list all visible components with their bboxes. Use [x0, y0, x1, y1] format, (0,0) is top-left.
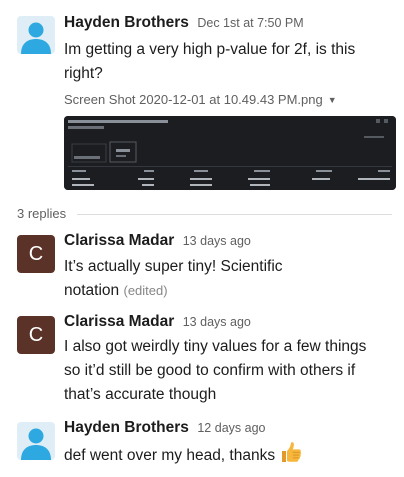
- attachment-filename[interactable]: Screen Shot 2020-12-01 at 10.49.43 PM.pn…: [64, 92, 323, 107]
- sender-name[interactable]: Clarissa Madar: [64, 232, 174, 249]
- message-header: Clarissa Madar 13 days ago: [64, 232, 251, 250]
- replies-divider: 3 replies: [0, 205, 404, 223]
- message-text-line: notation (edited): [64, 279, 394, 303]
- edited-label: (edited): [123, 283, 168, 298]
- attachment-image[interactable]: [64, 116, 396, 190]
- message-text: Im getting a very high p-value for 2f, i…: [64, 38, 394, 86]
- default-person-icon: [21, 428, 51, 460]
- message-text-line: so it’d still be good to confirm with ot…: [64, 362, 356, 379]
- message-text-line: that’s accurate though: [64, 386, 217, 403]
- divider-line: [77, 214, 392, 215]
- sender-name[interactable]: Clarissa Madar: [64, 313, 174, 330]
- message-text: I also got weirdly tiny values for a few…: [64, 335, 394, 407]
- timestamp[interactable]: 13 days ago: [183, 315, 251, 329]
- user-avatar[interactable]: C: [17, 235, 55, 273]
- message-text-line: I also got weirdly tiny values for a few…: [64, 338, 367, 355]
- message-text: def went over my head, thanks: [64, 440, 394, 472]
- user-avatar[interactable]: [17, 422, 55, 460]
- message-text-line: Im getting a very high p-value for 2f, i…: [64, 41, 356, 58]
- replies-count: 3 replies: [17, 206, 67, 221]
- sender-name[interactable]: Hayden Brothers: [64, 419, 189, 436]
- message-text-line: It’s actually super tiny! Scientific: [64, 258, 283, 275]
- sender-name[interactable]: Hayden Brothers: [64, 14, 189, 31]
- message-text-line: right?: [64, 65, 103, 82]
- message-text-fragment: notation: [64, 282, 120, 299]
- timestamp[interactable]: Dec 1st at 7:50 PM: [197, 16, 303, 30]
- user-avatar[interactable]: [17, 16, 55, 54]
- timestamp[interactable]: 12 days ago: [197, 421, 265, 435]
- timestamp[interactable]: 13 days ago: [183, 234, 251, 248]
- attachment-header[interactable]: Screen Shot 2020-12-01 at 10.49.43 PM.pn…: [64, 92, 337, 107]
- message-text-fragment: def went over my head, thanks: [64, 447, 276, 464]
- screenshot-thumbnail-icon: [64, 116, 396, 190]
- user-avatar[interactable]: C: [17, 316, 55, 354]
- message-header: Hayden Brothers 12 days ago: [64, 419, 265, 437]
- default-person-icon: [21, 22, 51, 54]
- message-header: Clarissa Madar 13 days ago: [64, 313, 251, 331]
- message-text-line: def went over my head, thanks: [64, 440, 394, 472]
- message-header: Hayden Brothers Dec 1st at 7:50 PM: [64, 14, 304, 32]
- message-text: It’s actually super tiny! Scientific not…: [64, 255, 394, 303]
- thumbs-up-icon[interactable]: [279, 440, 303, 472]
- chevron-down-icon[interactable]: ▼: [328, 95, 337, 105]
